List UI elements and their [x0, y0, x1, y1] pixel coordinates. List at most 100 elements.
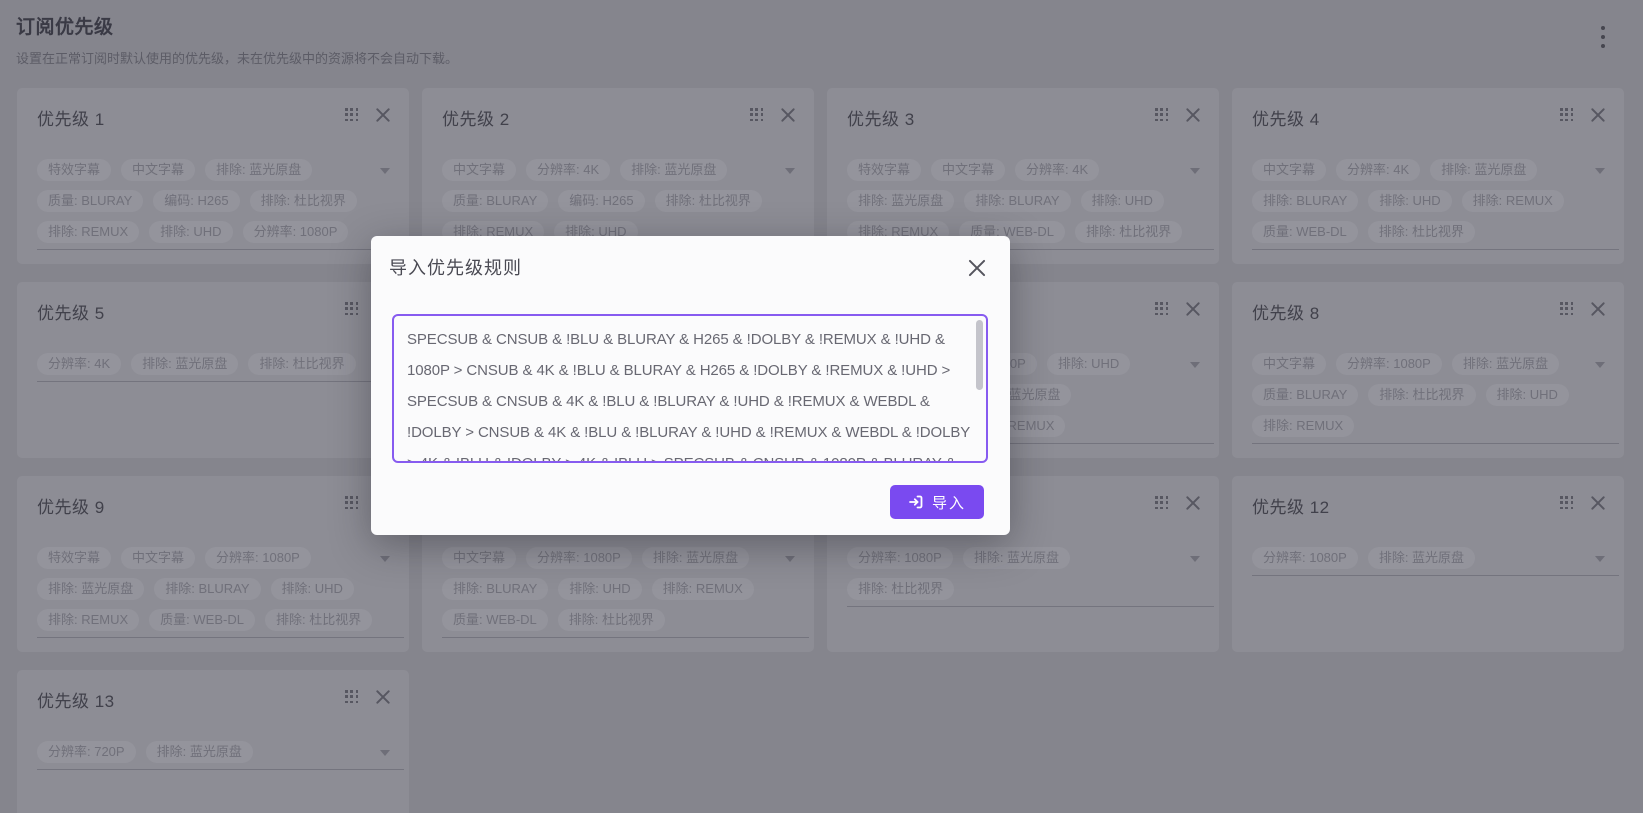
chevron-down-icon[interactable] — [1595, 168, 1605, 174]
priority-chip[interactable]: 排除: REMUX — [1462, 190, 1564, 212]
priority-chip[interactable]: 排除: 蓝光原盘 — [847, 190, 954, 212]
drag-handle-icon[interactable] — [1560, 496, 1574, 510]
priority-chip[interactable]: 排除: 蓝光原盘 — [642, 547, 749, 569]
priority-chip[interactable]: 排除: REMUX — [37, 609, 139, 631]
chevron-down-icon[interactable] — [1190, 168, 1200, 174]
priority-rule-select[interactable]: 特效字幕中文字幕分辨率: 1080P排除: 蓝光原盘排除: BLURAY排除: … — [37, 547, 404, 638]
priority-chip[interactable]: 中文字幕 — [1252, 353, 1326, 375]
priority-rule-select[interactable]: 分辨率: 4K 排除: 蓝光原盘排除: 杜比视界 — [37, 353, 404, 382]
priority-chip[interactable]: 分辨率: 1080P — [243, 221, 349, 243]
priority-chip[interactable]: 排除: BLURAY — [1252, 190, 1358, 212]
chevron-down-icon[interactable] — [380, 556, 390, 562]
priority-chip[interactable]: 排除: UHD — [1486, 384, 1569, 406]
priority-rule-select[interactable]: 中文字幕分辨率: 1080P 排除: 蓝光原盘质量: BLURAY 排除: 杜比视界… — [1252, 353, 1619, 444]
priority-chip[interactable]: 分辨率: 4K — [1015, 159, 1099, 181]
priority-chip[interactable]: 排除: UHD — [558, 578, 641, 600]
drag-handle-icon[interactable] — [345, 302, 359, 316]
drag-handle-icon[interactable] — [1155, 496, 1169, 510]
priority-chip[interactable]: 中文字幕 — [442, 159, 516, 181]
close-icon[interactable] — [1590, 495, 1606, 511]
priority-chip[interactable]: 分辨率: 4K — [37, 353, 121, 375]
priority-chip[interactable]: 排除: 蓝光原盘 — [1452, 353, 1559, 375]
priority-chip[interactable]: 分辨率: 1080P — [205, 547, 311, 569]
priority-chip[interactable]: 中文字幕 — [1252, 159, 1326, 181]
priority-chip[interactable]: 排除: 杜比视界 — [1368, 384, 1475, 406]
priority-chip[interactable]: 质量: BLURAY — [1252, 384, 1358, 406]
priority-chip[interactable]: 排除: UHD — [1368, 190, 1451, 212]
priority-chip[interactable]: 中文字幕 — [931, 159, 1005, 181]
priority-chip[interactable]: 排除: 杜比视界 — [558, 609, 665, 631]
priority-chip[interactable]: 排除: 蓝光原盘 — [131, 353, 238, 375]
priority-chip[interactable]: 特效字幕 — [37, 547, 111, 569]
priority-chip[interactable]: 分辨率: 1080P — [1252, 547, 1358, 569]
priority-chip[interactable]: 排除: UHD — [149, 221, 232, 243]
priority-chip[interactable]: 排除: 蓝光原盘 — [205, 159, 312, 181]
priority-chip[interactable]: 质量: WEB-DL — [1252, 221, 1358, 243]
priority-chip[interactable]: 排除: 蓝光原盘 — [146, 741, 253, 763]
priority-chip[interactable]: 排除: 杜比视界 — [847, 578, 954, 600]
chevron-down-icon[interactable] — [1190, 556, 1200, 562]
priority-chip[interactable]: 排除: UHD — [1081, 190, 1164, 212]
close-icon[interactable] — [1185, 107, 1201, 123]
priority-rule-select[interactable]: 中文字幕分辨率: 4K 排除: 蓝光原盘排除: BLURAY 排除: UHD 排除: … — [1252, 159, 1619, 250]
priority-chip[interactable]: 排除: BLURAY — [154, 578, 260, 600]
chevron-down-icon[interactable] — [1595, 556, 1605, 562]
drag-handle-icon[interactable] — [345, 108, 359, 122]
priority-rule-select[interactable]: 分辨率: 720P排除: 蓝光原盘 — [37, 741, 404, 770]
chevron-down-icon[interactable] — [380, 750, 390, 756]
kebab-menu-icon[interactable] — [1595, 26, 1611, 48]
priority-chip[interactable]: 质量: WEB-DL — [149, 609, 255, 631]
priority-chip[interactable]: 排除: 蓝光原盘 — [1430, 159, 1537, 181]
priority-chip[interactable]: 排除: 杜比视界 — [248, 353, 355, 375]
priority-chip[interactable]: 排除: BLURAY — [442, 578, 548, 600]
priority-chip[interactable]: 分辨率: 1080P — [847, 547, 953, 569]
priority-chip[interactable]: 编码: H265 — [153, 190, 239, 212]
priority-chip[interactable]: 排除: BLURAY — [964, 190, 1070, 212]
priority-chip[interactable]: 分辨率: 4K — [526, 159, 610, 181]
chevron-down-icon[interactable] — [1595, 362, 1605, 368]
priority-chip[interactable]: 中文字幕 — [121, 159, 195, 181]
priority-chip[interactable]: 分辨率: 1080P — [1336, 353, 1442, 375]
drag-handle-icon[interactable] — [1155, 108, 1169, 122]
priority-chip[interactable]: 排除: REMUX — [652, 578, 754, 600]
priority-chip[interactable]: 排除: UHD — [271, 578, 354, 600]
priority-chip[interactable]: 排除: 蓝光原盘 — [37, 578, 144, 600]
chevron-down-icon[interactable] — [380, 168, 390, 174]
priority-chip[interactable]: 排除: 蓝光原盘 — [963, 547, 1070, 569]
close-icon[interactable] — [1590, 107, 1606, 123]
priority-chip[interactable]: 排除: 杜比视界 — [250, 190, 357, 212]
priority-chip[interactable]: 编码: H265 — [558, 190, 644, 212]
chevron-down-icon[interactable] — [1190, 362, 1200, 368]
priority-chip[interactable]: 质量: BLURAY — [442, 190, 548, 212]
priority-chip[interactable]: 质量: WEB-DL — [442, 609, 548, 631]
priority-chip[interactable]: 排除: 杜比视界 — [265, 609, 372, 631]
drag-handle-icon[interactable] — [750, 108, 764, 122]
drag-handle-icon[interactable] — [1560, 302, 1574, 316]
priority-chip[interactable]: 特效字幕 — [37, 159, 111, 181]
priority-rule-select[interactable]: 特效字幕中文字幕排除: 蓝光原盘质量: BLURAY 编码: H265 排除: 杜比… — [37, 159, 404, 250]
priority-chip[interactable]: 分辨率: 1080P — [526, 547, 632, 569]
priority-rule-select[interactable]: 分辨率: 1080P 排除: 蓝光原盘排除: 杜比视界 — [847, 547, 1214, 607]
chevron-down-icon[interactable] — [785, 168, 795, 174]
priority-chip[interactable]: 质量: BLURAY — [37, 190, 143, 212]
close-icon[interactable] — [780, 107, 796, 123]
drag-handle-icon[interactable] — [1560, 108, 1574, 122]
priority-chip[interactable]: 排除: 蓝光原盘 — [620, 159, 727, 181]
import-button[interactable]: 导入 — [890, 485, 984, 519]
priority-rule-select[interactable]: 分辨率: 1080P 排除: 蓝光原盘 — [1252, 547, 1619, 576]
priority-chip[interactable]: 中文字幕 — [442, 547, 516, 569]
priority-chip[interactable]: 排除: REMUX — [37, 221, 139, 243]
drag-handle-icon[interactable] — [1155, 302, 1169, 316]
priority-chip[interactable]: 排除: 杜比视界 — [655, 190, 762, 212]
priority-chip[interactable]: 特效字幕 — [847, 159, 921, 181]
close-icon[interactable] — [375, 107, 391, 123]
priority-chip[interactable]: 排除: 杜比视界 — [1075, 221, 1182, 243]
priority-chip[interactable]: 排除: 蓝光原盘 — [1368, 547, 1475, 569]
dialog-close-icon[interactable] — [966, 258, 986, 278]
priority-chip[interactable]: 排除: 杜比视界 — [1368, 221, 1475, 243]
drag-handle-icon[interactable] — [345, 690, 359, 704]
chevron-down-icon[interactable] — [785, 556, 795, 562]
priority-chip[interactable]: 排除: REMUX — [1252, 415, 1354, 437]
close-icon[interactable] — [375, 689, 391, 705]
priority-chip[interactable]: 分辨率: 4K — [1336, 159, 1420, 181]
